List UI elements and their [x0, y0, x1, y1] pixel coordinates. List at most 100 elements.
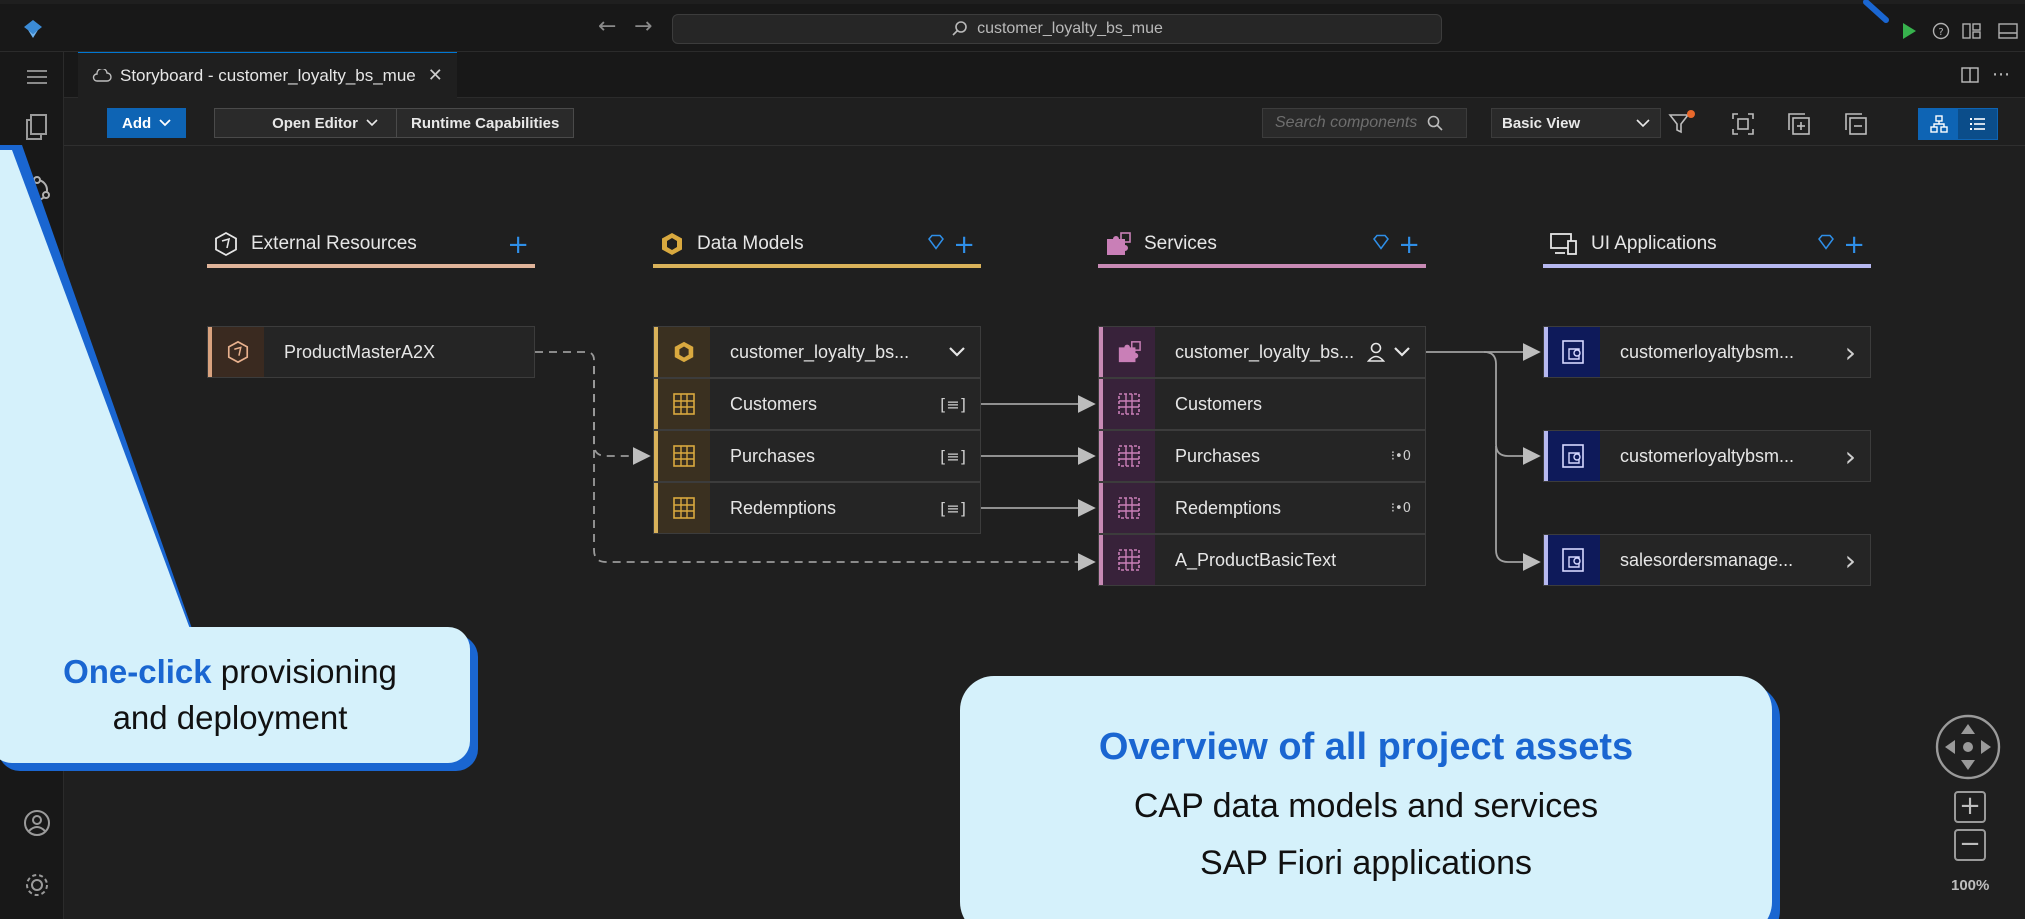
service-entity-node[interactable]: A_ProductBasicText: [1098, 534, 1426, 586]
chevron-right-icon[interactable]: ›: [1845, 336, 1870, 369]
node-icon: [658, 327, 710, 377]
chevron-down-icon[interactable]: [1393, 343, 1425, 362]
data-model-entity-node[interactable]: Purchases [≡]: [653, 430, 981, 482]
command-search-box[interactable]: customer_loyalty_bs_mue: [672, 14, 1442, 44]
table-icon: [673, 445, 695, 467]
close-icon[interactable]: ✕: [428, 65, 443, 86]
callout-provisioning: One-click provisioning and deployment: [0, 627, 482, 773]
fiori-app-icon: [1562, 340, 1584, 364]
split-editor-icon[interactable]: [1961, 66, 1979, 84]
projection-table-icon: [1118, 497, 1140, 519]
forward-arrow-icon[interactable]: →: [634, 14, 652, 39]
projection-table-icon: [1118, 549, 1140, 571]
node-label: customerloyaltybsm...: [1620, 445, 1795, 466]
table-icon: [673, 497, 695, 519]
ui-application-icon: [1550, 233, 1577, 255]
filter-icon[interactable]: [1667, 108, 1697, 138]
association-icon[interactable]: ⁝•0: [1391, 501, 1425, 516]
collapse-all-icon[interactable]: [1844, 112, 1868, 136]
back-arrow-icon[interactable]: ←: [598, 14, 616, 39]
column-underline: [653, 264, 981, 268]
ui-application-node[interactable]: customerloyaltybsm... ›: [1543, 326, 1871, 378]
callout-overview-line-1: CAP data models and services: [1133, 787, 1599, 825]
user-icon[interactable]: [1367, 342, 1385, 362]
diagram-view-toggle[interactable]: [1919, 109, 1958, 139]
add-external-resource-icon[interactable]: +: [507, 230, 529, 260]
node-icon: [1548, 327, 1600, 377]
runtime-capabilities-button[interactable]: Runtime Capabilities: [396, 108, 575, 138]
node-label: Redemptions: [730, 497, 837, 518]
fiori-app-icon: [1562, 444, 1584, 468]
data-model-node[interactable]: customer_loyalty_bs...: [653, 326, 981, 378]
node-icon: [1103, 327, 1155, 377]
gem-icon[interactable]: [1372, 234, 1390, 250]
view-mode-select[interactable]: Basic View: [1491, 108, 1661, 138]
node-label: customer_loyalty_bs...: [1175, 341, 1355, 362]
entity-fields-icon[interactable]: [≡]: [940, 395, 980, 414]
service-icon: [1118, 341, 1141, 363]
node-icon: [658, 379, 710, 429]
service-entity-node[interactable]: Purchases ⁝•0: [1098, 430, 1426, 482]
zoom-in-button[interactable]: +: [1954, 791, 1986, 823]
zoom-out-button[interactable]: −: [1954, 829, 1986, 861]
column-title: Data Models: [697, 233, 804, 254]
callout-highlight: One-click: [63, 653, 212, 690]
more-actions-icon[interactable]: ⋯: [1992, 64, 2010, 85]
panel-icon[interactable]: [1998, 22, 2018, 40]
help-icon[interactable]: ?: [1932, 22, 1950, 40]
component-search-placeholder: Search components: [1275, 114, 1418, 131]
list-view-toggle[interactable]: [1958, 109, 1997, 139]
service-entity-node[interactable]: Redemptions ⁝•0: [1098, 482, 1426, 534]
command-search-text: customer_loyalty_bs_mue: [977, 20, 1163, 37]
svg-text:?: ?: [1938, 27, 1943, 38]
association-icon[interactable]: ⁝•0: [1391, 449, 1425, 464]
node-label: Purchases: [1175, 445, 1261, 466]
node-icon: [658, 483, 710, 533]
storyboard-app: ← → customer_loyalty_bs_mue ? Storyboard…: [0, 0, 2025, 919]
component-search-input[interactable]: Search components: [1262, 108, 1467, 138]
projection-table-icon: [1118, 445, 1140, 467]
callout-overview-line-2: SAP Fiori applications: [1200, 844, 1532, 882]
add-ui-application-icon[interactable]: +: [1843, 230, 1865, 260]
run-icon[interactable]: [1900, 22, 1918, 40]
data-model-icon: [674, 341, 694, 363]
projection-table-icon: [1118, 393, 1140, 415]
callout-overview-title: Overview of all project assets: [1098, 726, 1634, 768]
pan-navigation-pad[interactable]: [1935, 714, 2001, 780]
callout-line-1-rest: provisioning: [211, 653, 397, 690]
add-service-icon[interactable]: +: [1398, 230, 1420, 260]
entity-fields-icon[interactable]: [≡]: [940, 447, 980, 466]
chevron-down-icon[interactable]: [948, 343, 980, 362]
gem-icon[interactable]: [1817, 234, 1835, 250]
node-label: Customers: [1175, 393, 1263, 414]
node-label: customerloyaltybsm...: [1620, 341, 1795, 362]
node-icon: [1103, 483, 1155, 533]
table-icon: [673, 393, 695, 415]
column-ui-applications: UI Applications +: [1543, 224, 1871, 268]
data-model-entity-node[interactable]: Redemptions [≡]: [653, 482, 981, 534]
ui-application-node[interactable]: customerloyaltybsm... ›: [1543, 430, 1871, 482]
callout-provisioning-line-1: One-click provisioning: [63, 649, 397, 695]
column-data-models: Data Models +: [653, 224, 981, 268]
service-entity-node[interactable]: Customers: [1098, 378, 1426, 430]
callout-overview: Overview of all project assets CAP data …: [960, 676, 1772, 919]
add-data-model-icon[interactable]: +: [953, 230, 975, 260]
callout-pointer-decoration: [0, 145, 196, 660]
fit-to-screen-icon[interactable]: [1731, 112, 1755, 136]
service-node[interactable]: customer_loyalty_bs...: [1098, 326, 1426, 378]
chevron-right-icon[interactable]: ›: [1845, 544, 1870, 577]
entity-fields-icon[interactable]: [≡]: [940, 499, 980, 518]
ui-application-node[interactable]: salesordersmanage... ›: [1543, 534, 1871, 586]
search-icon: [952, 21, 967, 36]
node-icon: [1103, 379, 1155, 429]
expand-all-icon[interactable]: [1787, 112, 1811, 136]
hierarchy-icon: [1929, 115, 1948, 133]
node-label: customer_loyalty_bs...: [730, 341, 910, 362]
chevron-right-icon[interactable]: ›: [1845, 440, 1870, 473]
gem-icon[interactable]: [927, 234, 945, 250]
view-mode-value: Basic View: [1502, 114, 1581, 132]
node-label: Redemptions: [1175, 497, 1282, 518]
layout-icon[interactable]: [1962, 22, 1982, 40]
data-model-entity-node[interactable]: Customers [≡]: [653, 378, 981, 430]
column-underline: [1543, 264, 1871, 268]
